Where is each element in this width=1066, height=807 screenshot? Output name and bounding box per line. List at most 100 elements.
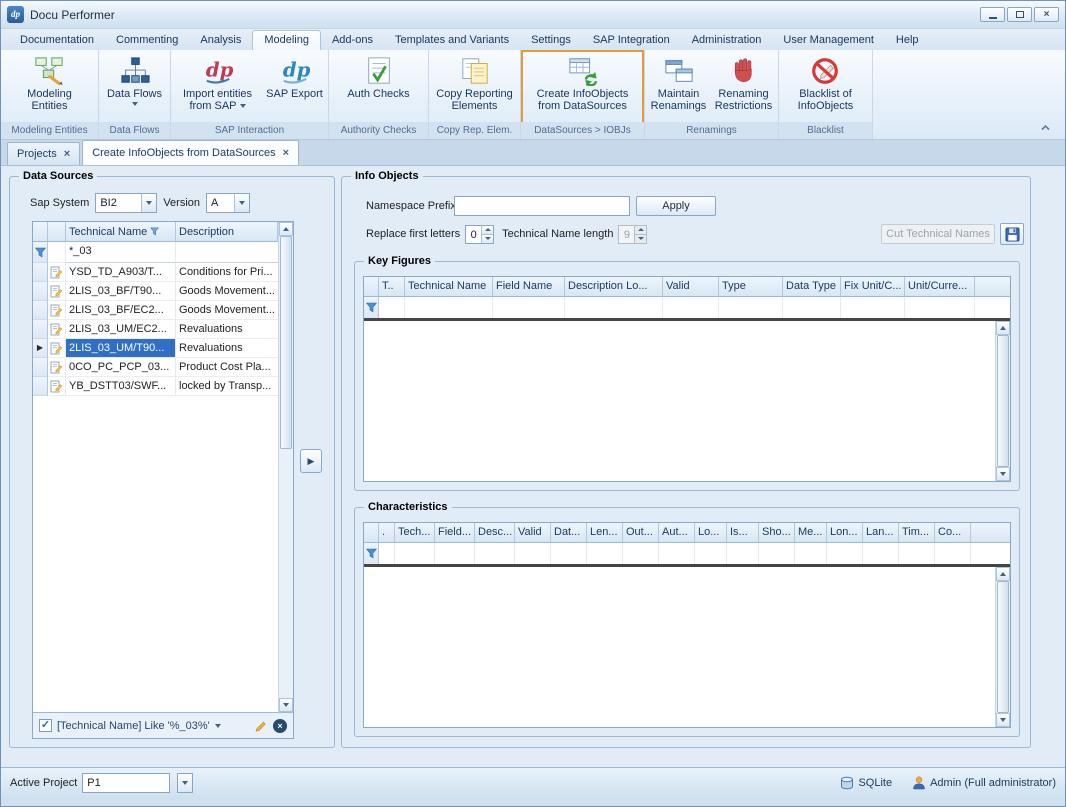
filter-cell[interactable]	[395, 543, 435, 564]
tab-create-infoobjects-from-datasources[interactable]: Create InfoObjects from DataSources ×	[82, 140, 299, 165]
scrollbar-track[interactable]	[996, 581, 1010, 713]
column-header[interactable]: Desc...	[475, 523, 515, 543]
scroll-up-icon[interactable]	[996, 567, 1010, 581]
spinner-down-icon[interactable]	[635, 234, 646, 243]
table-row[interactable]: YB_DSTT03/SWF... locked by Transp...	[33, 377, 278, 396]
import-entities-from-sap-button[interactable]: dp Import entities from SAP	[173, 53, 263, 114]
filter-enabled-checkbox[interactable]: ✓	[39, 719, 52, 732]
filter-cell[interactable]	[405, 297, 493, 318]
column-header[interactable]: Sho...	[759, 523, 795, 543]
version-combo[interactable]: A	[206, 193, 250, 213]
column-header[interactable]: Tech...	[395, 523, 435, 543]
column-header-technical-name[interactable]: Technical Name	[66, 222, 176, 242]
maximize-button[interactable]	[1007, 7, 1032, 22]
filter-cell[interactable]	[379, 543, 395, 564]
minimize-button[interactable]	[980, 7, 1005, 22]
ribbon-tab-analysis[interactable]: Analysis	[189, 31, 252, 50]
column-header[interactable]: Description Lo...	[565, 277, 663, 297]
filter-funnel-icon[interactable]	[150, 227, 159, 236]
chevron-down-icon[interactable]	[234, 194, 249, 212]
table-row[interactable]: 2LIS_03_BF/T90... Goods Movement...	[33, 282, 278, 301]
create-infoobjects-from-datasources-button[interactable]: Create InfoObjects from DataSources	[534, 53, 632, 114]
filter-cell[interactable]	[899, 543, 935, 564]
ribbon-tab-templates[interactable]: Templates and Variants	[384, 31, 520, 50]
filter-cell[interactable]	[475, 543, 515, 564]
copy-reporting-elements-button[interactable]: Copy Reporting Elements	[433, 53, 515, 114]
column-header[interactable]: Dat...	[551, 523, 587, 543]
column-header[interactable]: Valid	[515, 523, 551, 543]
ribbon-tab-settings[interactable]: Settings	[520, 31, 582, 50]
chevron-down-icon[interactable]	[177, 773, 193, 793]
ribbon-tab-modeling[interactable]: Modeling	[252, 30, 321, 50]
scrollbar-thumb[interactable]	[997, 335, 1009, 467]
blacklist-of-infoobjects-button[interactable]: Blacklist of InfoObjects	[795, 53, 857, 114]
filter-cell[interactable]	[795, 543, 827, 564]
scrollbar-thumb[interactable]	[997, 581, 1009, 713]
ribbon-tab-documentation[interactable]: Documentation	[9, 31, 105, 50]
maintain-renamings-button[interactable]: Maintain Renamings	[647, 53, 711, 114]
filter-expression[interactable]: [Technical Name] Like '%_03%'	[57, 720, 210, 732]
ribbon-tab-user-management[interactable]: User Management	[772, 31, 885, 50]
scroll-up-icon[interactable]	[279, 222, 293, 236]
filter-cell[interactable]	[587, 543, 623, 564]
scroll-down-icon[interactable]	[996, 713, 1010, 727]
filter-cell[interactable]	[827, 543, 863, 564]
spinner-up-icon[interactable]	[482, 226, 493, 234]
spinner-down-icon[interactable]	[482, 234, 493, 243]
scroll-down-icon[interactable]	[279, 698, 293, 712]
table-row[interactable]: YSD_TD_A903/T... Conditions for Pri...	[33, 263, 278, 282]
scroll-down-icon[interactable]	[996, 467, 1010, 481]
column-header[interactable]: .	[379, 523, 395, 543]
filter-cell[interactable]	[863, 543, 899, 564]
column-header[interactable]: Me...	[795, 523, 827, 543]
filter-cell[interactable]	[695, 543, 727, 564]
edit-filter-icon[interactable]	[254, 719, 268, 733]
tab-projects[interactable]: Projects ×	[7, 142, 80, 165]
column-header[interactable]: Len...	[587, 523, 623, 543]
column-header[interactable]: Lan...	[863, 523, 899, 543]
cut-technical-names-button[interactable]: Cut Technical Names	[881, 224, 995, 244]
column-header-description[interactable]: Description	[176, 222, 278, 242]
table-row[interactable]: 2LIS_03_BF/EC2... Goods Movement...	[33, 301, 278, 320]
filter-cell[interactable]	[905, 297, 975, 318]
move-right-button[interactable]: ▶	[300, 449, 322, 473]
scrollbar-track[interactable]	[279, 236, 293, 698]
spinner-up-icon[interactable]	[635, 226, 646, 234]
filter-cell[interactable]	[659, 543, 695, 564]
column-header[interactable]: Co...	[935, 523, 971, 543]
table-row[interactable]: 2LIS_03_UM/EC2... Revaluations	[33, 320, 278, 339]
scrollbar-track[interactable]	[996, 335, 1010, 467]
filter-cell[interactable]	[379, 297, 405, 318]
active-project-combo[interactable]: P1	[82, 773, 170, 793]
column-header[interactable]: Technical Name	[405, 277, 493, 297]
filter-cell-description[interactable]	[176, 242, 278, 263]
filter-cell[interactable]	[565, 297, 663, 318]
column-header[interactable]: Data Type	[783, 277, 841, 297]
filter-cell[interactable]	[623, 543, 659, 564]
column-header[interactable]: Lo...	[695, 523, 727, 543]
namespace-prefix-input[interactable]	[454, 196, 630, 216]
ribbon-collapse-button[interactable]	[1037, 120, 1053, 134]
filter-cell[interactable]	[935, 543, 971, 564]
column-header[interactable]: Out...	[623, 523, 659, 543]
filter-cell[interactable]	[783, 297, 841, 318]
ribbon-tab-sap-integration[interactable]: SAP Integration	[582, 31, 681, 50]
filter-cell-technical-name[interactable]: *_03	[66, 242, 176, 263]
column-header[interactable]: Tim...	[899, 523, 935, 543]
apply-button[interactable]: Apply	[636, 196, 716, 216]
column-header[interactable]: Field...	[435, 523, 475, 543]
chevron-down-icon[interactable]	[215, 724, 221, 728]
column-header[interactable]: Lon...	[827, 523, 863, 543]
scrollbar-thumb[interactable]	[280, 236, 292, 449]
column-header[interactable]: Valid	[663, 277, 719, 297]
column-header[interactable]: Fix Unit/C...	[841, 277, 905, 297]
grid-vertical-scrollbar[interactable]	[278, 222, 293, 712]
ribbon-tab-addons[interactable]: Add-ons	[321, 31, 384, 50]
close-button[interactable]: ×	[1034, 7, 1059, 22]
filter-cell[interactable]	[719, 297, 783, 318]
grid-vertical-scrollbar[interactable]	[995, 567, 1010, 727]
column-header[interactable]: Type	[719, 277, 783, 297]
column-header[interactable]: T..	[379, 277, 405, 297]
ribbon-tab-administration[interactable]: Administration	[681, 31, 773, 50]
replace-first-letters-spinner[interactable]: 0	[465, 225, 494, 244]
